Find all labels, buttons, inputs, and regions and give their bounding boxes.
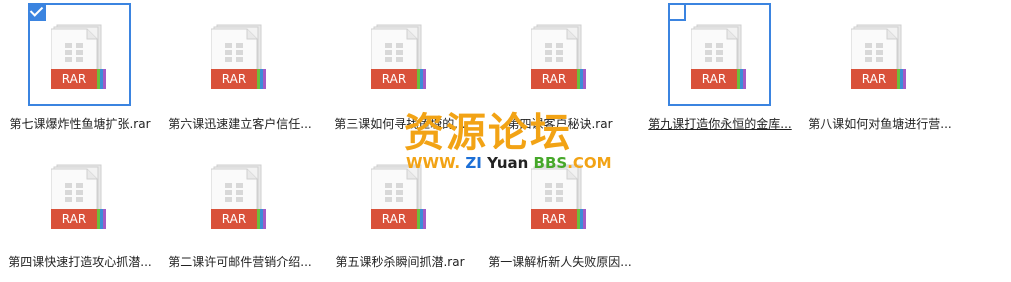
file-item-9[interactable]: RAR 第一课解析新人失败原因... <box>480 140 640 280</box>
file-name: 第一课解析新人失败原因... <box>488 255 632 269</box>
rar-archive-icon: RAR <box>51 164 106 229</box>
rar-archive-icon: RAR <box>211 24 266 89</box>
checkbox-icon[interactable] <box>28 3 46 21</box>
file-item-6[interactable]: RAR 第四课快速打造攻心抓潜... <box>0 140 160 280</box>
rar-archive-icon: RAR <box>851 24 906 89</box>
rar-archive-icon: RAR <box>531 164 586 229</box>
file-name: 第三课如何寻找鱼塘的... <box>334 117 466 131</box>
rar-archive-icon: RAR <box>371 24 426 89</box>
rar-badge-label: RAR <box>222 212 246 226</box>
rar-badge-label: RAR <box>542 212 566 226</box>
file-name: 第五课秒杀瞬间抓潜.rar <box>335 255 465 269</box>
rar-archive-icon: RAR <box>531 24 586 89</box>
file-item-0[interactable]: RAR 第七课爆炸性鱼塘扩张.rar <box>0 0 160 140</box>
rar-badge-label: RAR <box>382 72 406 86</box>
rar-badge-label: RAR <box>702 72 726 86</box>
rar-badge-label: RAR <box>62 72 86 86</box>
file-item-5[interactable]: RAR 第八课如何对鱼塘进行营... <box>800 0 960 140</box>
file-item-2[interactable]: RAR 第三课如何寻找鱼塘的... <box>320 0 480 140</box>
file-item-3[interactable]: RAR 第四课客户秘诀.rar <box>480 0 640 140</box>
file-name: 第四课客户秘诀.rar <box>507 117 613 131</box>
rar-archive-icon: RAR <box>371 164 426 229</box>
file-name: 第八课如何对鱼塘进行营... <box>808 117 952 131</box>
rar-badge-label: RAR <box>862 72 886 86</box>
file-name: 第四课快速打造攻心抓潜... <box>8 255 152 269</box>
file-name: 第二课许可邮件营销介绍... <box>168 255 312 269</box>
rar-badge-label: RAR <box>382 212 406 226</box>
file-name: 第七课爆炸性鱼塘扩张.rar <box>9 117 151 131</box>
checkbox-icon[interactable] <box>668 3 686 21</box>
rar-archive-icon: RAR <box>691 24 746 89</box>
file-item-1[interactable]: RAR 第六课迅速建立客户信任... <box>160 0 320 140</box>
file-item-7[interactable]: RAR 第二课许可邮件营销介绍... <box>160 140 320 280</box>
rar-badge-label: RAR <box>62 212 86 226</box>
file-name: 第六课迅速建立客户信任... <box>168 117 312 131</box>
file-name: 第九课打造你永恒的金库... <box>648 117 792 131</box>
rar-badge-label: RAR <box>222 72 246 86</box>
rar-badge-label: RAR <box>542 72 566 86</box>
rar-archive-icon: RAR <box>51 24 106 89</box>
file-item-4[interactable]: RAR 第九课打造你永恒的金库... <box>640 0 800 140</box>
file-item-8[interactable]: RAR 第五课秒杀瞬间抓潜.rar <box>320 140 480 280</box>
rar-archive-icon: RAR <box>211 164 266 229</box>
